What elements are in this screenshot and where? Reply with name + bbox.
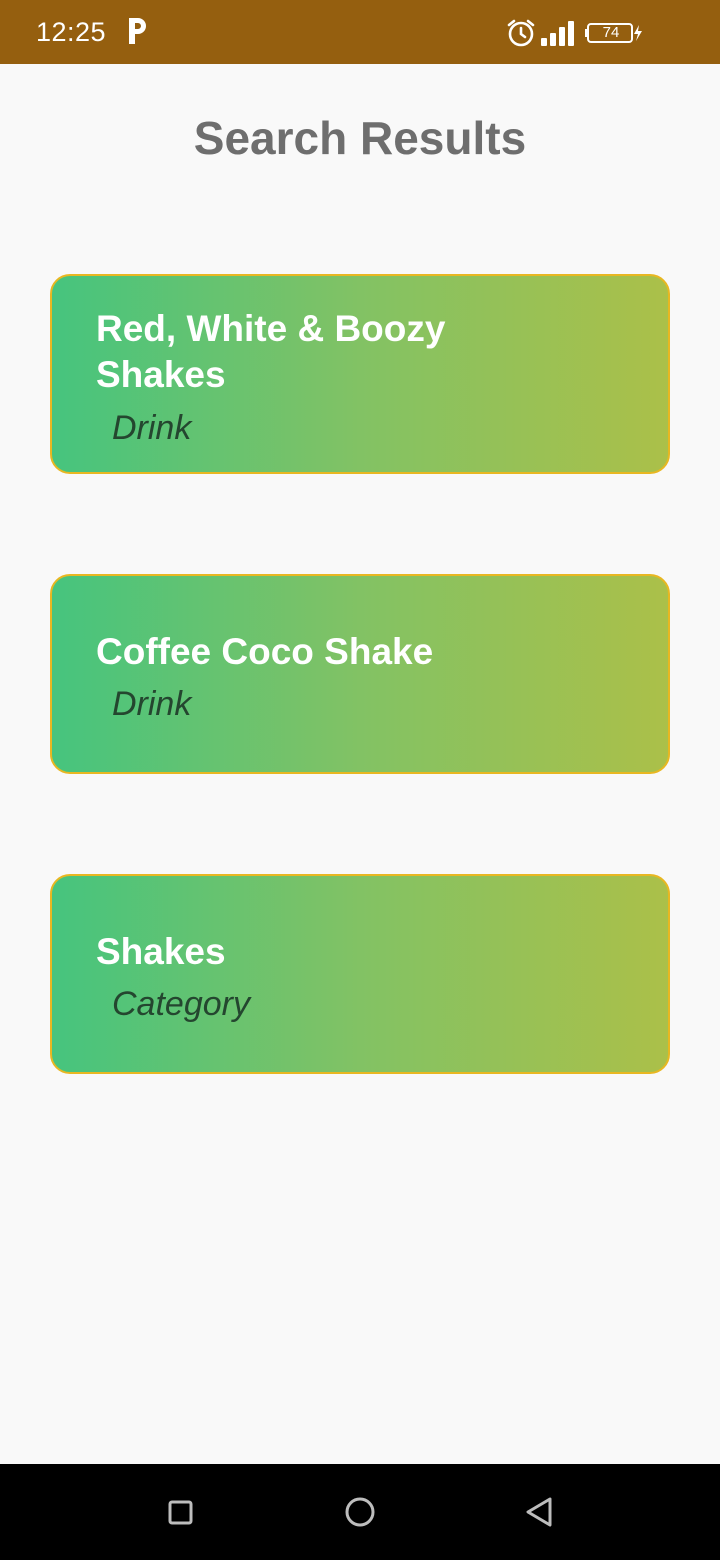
battery-level: 74 bbox=[602, 24, 620, 41]
result-type: Drink bbox=[112, 409, 192, 447]
parking-p-icon bbox=[129, 18, 146, 44]
navigation-bar bbox=[0, 1464, 720, 1560]
home-circle-icon[interactable] bbox=[336, 1488, 384, 1536]
result-card[interactable]: Coffee Coco Shake Drink bbox=[50, 574, 670, 774]
page-title: Search Results bbox=[193, 112, 527, 164]
result-type: Category bbox=[112, 985, 250, 1023]
status-time: 12:25 bbox=[36, 17, 107, 47]
recents-square-icon[interactable] bbox=[156, 1488, 204, 1536]
signal-icon bbox=[541, 21, 574, 46]
back-triangle-icon[interactable] bbox=[516, 1488, 564, 1536]
result-type: Drink bbox=[112, 685, 192, 723]
charging-bolt-icon bbox=[634, 25, 642, 41]
result-card[interactable]: Shakes Category bbox=[50, 874, 670, 1074]
result-title: Shakes bbox=[96, 931, 226, 972]
status-bar: 12:25 74 bbox=[0, 0, 720, 64]
result-title: Red, White & Boozy Shakes bbox=[96, 308, 446, 395]
alarm-icon bbox=[507, 19, 535, 47]
result-title: Coffee Coco Shake bbox=[96, 631, 434, 672]
result-card[interactable]: Red, White & Boozy Shakes Drink bbox=[50, 274, 670, 474]
